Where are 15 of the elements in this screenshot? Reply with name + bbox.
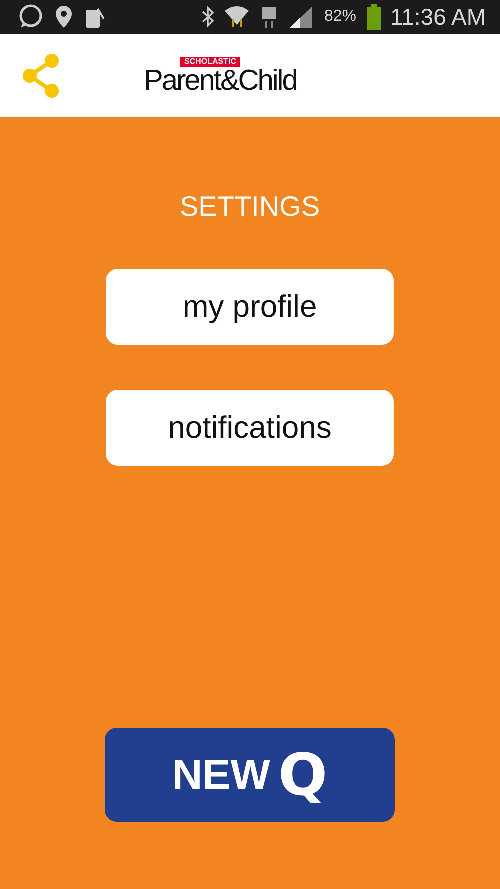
menu-button[interactable]: my profile (106, 269, 394, 345)
bluetooth-icon (202, 6, 214, 28)
clock: 11:36 AM (390, 4, 486, 30)
battery-icon (366, 4, 381, 30)
page-title: SETTINGS (180, 191, 320, 223)
battery-percent: 82% (324, 8, 357, 26)
brand-label: SCHOLASTIC (180, 56, 240, 66)
new-question-button[interactable]: NEW Q (105, 728, 395, 822)
menu-button[interactable]: notifications (106, 390, 394, 466)
signal-icon (288, 5, 314, 29)
logo-text: Parent&Child (144, 66, 297, 94)
location-icon (54, 5, 74, 29)
chat-icon (18, 4, 44, 30)
share-icon[interactable] (22, 54, 60, 98)
wifi-icon (224, 5, 250, 29)
